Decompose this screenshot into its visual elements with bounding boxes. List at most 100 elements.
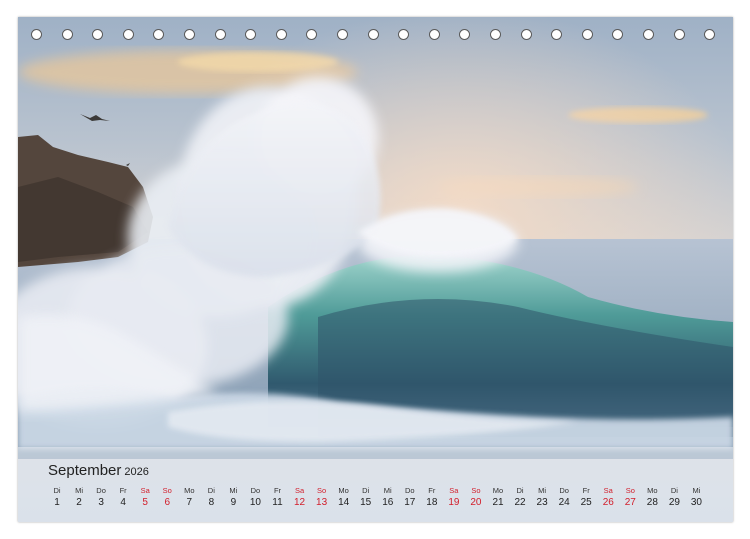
day-cell: Mo 14: [333, 485, 355, 509]
calendar-page: September 2026 Di 1 Mi 2 Do 3 Fr 4 Sa 5 So 6 Mo 7 Di 8 Mi…: [18, 17, 733, 522]
binding-ring: [61, 29, 73, 40]
day-number: 23: [536, 497, 548, 508]
weekday-label: Mi: [538, 486, 547, 495]
weekday-label: Di: [207, 486, 215, 495]
weekday-label: So: [162, 486, 172, 495]
month-name: September: [48, 462, 122, 479]
weekday-label: Mi: [75, 486, 83, 495]
day-number: 6: [164, 497, 171, 508]
day-cell: Mi 9: [222, 485, 244, 509]
day-cell: Mi 23: [531, 485, 553, 509]
day-cell: Sa 5: [134, 485, 156, 509]
binding-ring: [31, 29, 42, 40]
day-cell: Do 3: [90, 485, 112, 509]
binding-ring: [122, 29, 134, 40]
weekday-label: Di: [53, 486, 61, 495]
day-cell: Do 17: [399, 485, 421, 509]
binding-ring: [398, 29, 410, 40]
weekday-label: Sa: [294, 486, 305, 495]
day-number: 21: [492, 497, 504, 508]
day-number: 12: [293, 497, 306, 508]
binding-ring: [306, 29, 318, 40]
weekday-label: Fr: [582, 486, 590, 495]
day-cell: Di 29: [663, 485, 685, 509]
weekday-label: Sa: [140, 486, 150, 495]
day-cell: Di 22: [509, 485, 531, 509]
weekday-label: Fr: [428, 486, 436, 495]
day-number: 30: [690, 497, 702, 508]
day-cell: Mo 28: [641, 485, 663, 509]
day-cell: Sa 26: [597, 485, 619, 509]
day-number: 25: [580, 497, 592, 508]
weekday-label: Di: [516, 486, 524, 495]
binding-ring: [673, 29, 685, 40]
day-number: 15: [360, 497, 372, 508]
day-cell: Do 24: [553, 485, 575, 509]
day-cell: Di 8: [200, 485, 222, 509]
day-number: 8: [208, 497, 215, 508]
binding-ring: [245, 29, 257, 40]
day-cell: So 20: [465, 485, 487, 509]
day-cell: Do 10: [244, 485, 266, 509]
day-cell: Mo 21: [487, 485, 509, 509]
binding-ring: [214, 29, 226, 40]
weekday-label: Do: [96, 486, 106, 495]
day-number: 9: [230, 497, 237, 508]
day-cell: So 6: [156, 485, 178, 509]
day-cell: Fr 4: [112, 485, 134, 509]
binding-ring: [490, 29, 501, 40]
day-cell: Fr 11: [267, 485, 289, 509]
weekday-label: Do: [559, 486, 569, 495]
month-year: 2026: [124, 466, 149, 478]
weekday-label: So: [471, 486, 481, 495]
day-cell: Mi 16: [377, 485, 399, 509]
binding-ring: [275, 29, 287, 40]
day-number: 3: [98, 497, 104, 508]
day-cell: Sa 12: [289, 485, 311, 509]
weekday-label: Mi: [229, 486, 238, 495]
weekday-label: So: [625, 486, 635, 495]
day-cell: Di 15: [355, 485, 377, 509]
day-cell: So 27: [619, 485, 641, 509]
day-cell: Mi 2: [68, 485, 90, 509]
weekday-label: Mo: [492, 486, 504, 495]
weekday-label: Mi: [692, 486, 701, 495]
month-title: September 2026: [48, 462, 149, 479]
day-number: 24: [558, 497, 570, 508]
binding-ring: [367, 29, 379, 40]
weekday-label: Fr: [273, 486, 282, 495]
day-number: 29: [668, 497, 680, 508]
day-cell: So 13: [311, 485, 333, 509]
day-number: 18: [426, 497, 438, 508]
day-number: 16: [382, 497, 394, 508]
day-number: 5: [142, 497, 148, 508]
binding-ring: [704, 29, 716, 40]
day-number: 1: [54, 497, 60, 508]
day-cell: Di 1: [46, 485, 68, 509]
binding-ring: [184, 29, 195, 40]
day-cell: Fr 25: [575, 485, 597, 509]
weekday-label: Mo: [647, 486, 658, 495]
binding-rings: [18, 29, 733, 49]
day-number: 13: [316, 497, 328, 508]
weekday-label: Do: [405, 486, 415, 495]
weekday-label: Mi: [383, 486, 392, 495]
day-cell: Mo 7: [178, 485, 200, 509]
binding-ring: [153, 29, 165, 40]
binding-ring: [92, 29, 104, 40]
day-number: 2: [76, 497, 82, 508]
binding-ring: [459, 29, 471, 40]
day-number: 7: [186, 497, 193, 508]
day-grid: Di 1 Mi 2 Do 3 Fr 4 Sa 5 So 6 Mo 7 Di 8 Mi 9 Do 10 Fr 11 Sa 12 S…: [46, 485, 706, 515]
binding-ring: [612, 29, 624, 40]
day-number: 26: [602, 497, 614, 508]
day-number: 14: [338, 497, 350, 508]
day-number: 22: [514, 497, 526, 508]
day-cell: Mi 30: [685, 485, 707, 509]
weekday-label: Di: [670, 486, 678, 495]
weekday-label: Sa: [603, 486, 613, 495]
day-number: 4: [120, 497, 126, 508]
day-number: 20: [470, 497, 482, 508]
day-number: 19: [448, 497, 460, 508]
day-cell: Sa 19: [443, 485, 465, 509]
